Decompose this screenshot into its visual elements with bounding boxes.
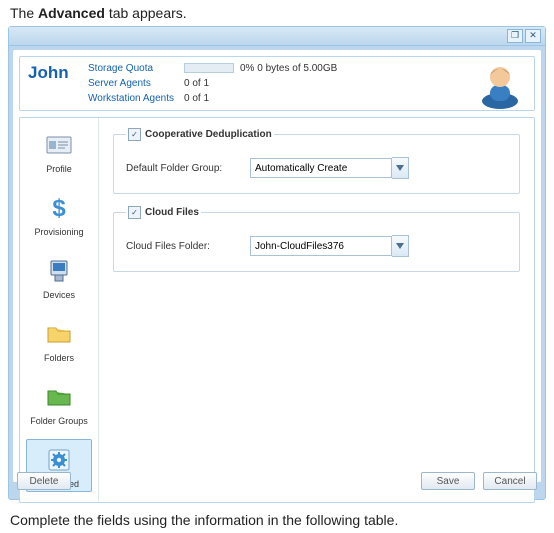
user-avatar-icon — [476, 61, 524, 109]
restore-button[interactable]: ❐ — [507, 29, 523, 43]
close-button[interactable]: ✕ — [525, 29, 541, 43]
quota-bar — [184, 63, 234, 73]
cloud-files-folder-select[interactable] — [250, 236, 392, 256]
sidebar-item-label: Folders — [27, 353, 91, 363]
user-info-panel: John Storage Quota 0% 0 bytes of 5.00GB … — [19, 56, 535, 111]
sidebar-item-label: Provisioning — [27, 227, 91, 237]
server-agents-value: 0 of 1 — [184, 78, 337, 89]
dialog-footer: Delete Save Cancel — [9, 465, 545, 499]
sidebar-item-folder-groups[interactable]: Folder Groups — [26, 376, 92, 429]
sidebar-item-label: Devices — [27, 290, 91, 300]
default-folder-group-dropdown[interactable] — [392, 157, 409, 179]
default-folder-group-label: Default Folder Group: — [126, 163, 236, 174]
sidebar-item-devices[interactable]: Devices — [26, 250, 92, 303]
profile-icon — [45, 131, 73, 159]
coop-dedup-panel: ✓ Cooperative Deduplication Default Fold… — [113, 128, 520, 194]
cloud-files-title: Cloud Files — [145, 207, 199, 218]
sidebar: Profile $ Provisioning Devices — [20, 118, 99, 502]
cloud-files-checkbox[interactable]: ✓ — [128, 206, 141, 219]
folder-groups-icon — [45, 383, 73, 411]
dialog-window: ❐ ✕ John Storage Quota 0% 0 bytes of 5.0… — [8, 26, 546, 500]
server-agents-label: Server Agents — [88, 78, 184, 89]
cloud-files-panel: ✓ Cloud Files Cloud Files Folder: — [113, 206, 520, 272]
workstation-agents-label: Workstation Agents — [88, 93, 184, 104]
storage-quota-label: Storage Quota — [88, 63, 184, 74]
chevron-down-icon — [396, 243, 404, 249]
sidebar-item-label: Folder Groups — [27, 416, 91, 426]
doc-intro: The Advanced tab appears. — [10, 5, 544, 21]
user-name: John — [28, 63, 88, 83]
folder-icon — [45, 320, 73, 348]
delete-button[interactable]: Delete — [17, 472, 71, 490]
sidebar-item-provisioning[interactable]: $ Provisioning — [26, 187, 92, 240]
save-button[interactable]: Save — [421, 472, 475, 490]
svg-text:$: $ — [52, 195, 66, 222]
sidebar-item-label: Profile — [27, 164, 91, 174]
dollar-icon: $ — [45, 194, 73, 222]
coop-dedup-title: Cooperative Deduplication — [145, 129, 272, 140]
workstation-agents-value: 0 of 1 — [184, 93, 337, 104]
advanced-content: ✓ Cooperative Deduplication Default Fold… — [99, 118, 534, 502]
device-icon — [45, 257, 73, 285]
sidebar-item-profile[interactable]: Profile — [26, 124, 92, 177]
cloud-files-folder-label: Cloud Files Folder: — [126, 241, 236, 252]
default-folder-group-select[interactable] — [250, 158, 392, 178]
storage-quota-value: 0% 0 bytes of 5.00GB — [184, 63, 337, 74]
sidebar-item-folders[interactable]: Folders — [26, 313, 92, 366]
cloud-files-folder-dropdown[interactable] — [392, 235, 409, 257]
chevron-down-icon — [396, 165, 404, 171]
main-area: Profile $ Provisioning Devices — [19, 117, 535, 503]
coop-dedup-checkbox[interactable]: ✓ — [128, 128, 141, 141]
cancel-button[interactable]: Cancel — [483, 472, 537, 490]
titlebar: ❐ ✕ — [9, 27, 545, 46]
